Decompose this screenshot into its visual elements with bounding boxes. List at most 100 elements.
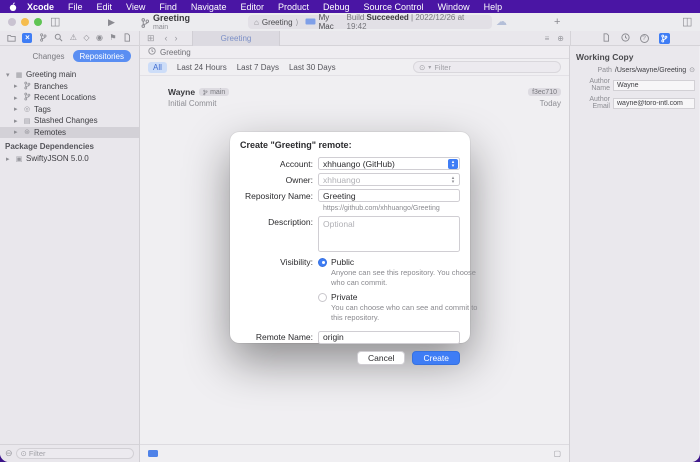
minimize-window-button[interactable] xyxy=(21,18,29,26)
author-email-label: Author Email xyxy=(589,96,610,110)
debug-navigator-icon[interactable]: ◉ xyxy=(96,34,103,42)
chevron-right-icon[interactable]: ▸ xyxy=(14,128,20,136)
back-icon[interactable]: ‹ xyxy=(165,33,168,43)
menu-xcode[interactable]: Xcode xyxy=(20,2,61,12)
scheme-and-status-capsule[interactable]: ⌂ Greeting ⟩ My Mac Build Succeeded | 20… xyxy=(248,13,492,31)
description-field[interactable] xyxy=(318,216,460,252)
author-name-field[interactable] xyxy=(613,79,695,91)
inspector-tab-bar: ? xyxy=(570,31,700,45)
menu-window[interactable]: Window xyxy=(431,2,477,12)
tab-overview-icon[interactable]: ⊞ xyxy=(147,33,155,44)
menu-edit[interactable]: Edit xyxy=(90,2,120,12)
tree-item-tags[interactable]: ▸ ◎ Tags xyxy=(0,104,139,116)
toggle-navigator-icon[interactable]: ◫ xyxy=(50,14,60,30)
tests-navigator-icon[interactable]: ◇ xyxy=(83,34,89,42)
run-button[interactable]: ▶ xyxy=(108,14,115,30)
commit-hash-badge[interactable]: f3ec710 xyxy=(528,88,561,96)
menu-navigate[interactable]: Navigate xyxy=(184,2,234,12)
editor-layout-icon[interactable]: ▢ xyxy=(553,449,561,458)
commit-row[interactable]: Wayne main f3ec710 Initial Commit Today xyxy=(140,82,569,108)
editor-bar-right-icons: ≡ ⊕ xyxy=(545,34,564,43)
tree-item-stashed-changes[interactable]: ▸ ▤ Stashed Changes xyxy=(0,115,139,127)
segment-repositories[interactable]: Repositories xyxy=(72,50,131,62)
radio-private-icon[interactable] xyxy=(318,292,327,302)
menu-file[interactable]: File xyxy=(61,2,90,12)
owner-select[interactable]: xhhuango ▴ ▾ xyxy=(318,173,460,186)
tree-item-remotes[interactable]: ▸ ⊛ Remotes xyxy=(0,126,139,138)
chevron-down-icon[interactable]: ▾ xyxy=(6,71,12,79)
package-icon: ▣ xyxy=(15,155,23,163)
toggle-inspector-icon[interactable]: ◫ xyxy=(682,14,692,30)
menu-view[interactable]: View xyxy=(119,2,152,12)
history-filter-field[interactable]: ⊙ ▾ Filter xyxy=(413,61,561,73)
version-editor-icon[interactable] xyxy=(148,450,158,457)
dialog-buttons: Cancel Create xyxy=(240,350,460,365)
screen: Xcode File Edit View Find Navigate Edito… xyxy=(0,0,700,462)
filter-chevron-icon: ▾ xyxy=(428,64,432,71)
menu-editor[interactable]: Editor xyxy=(233,2,271,12)
menu-source-control[interactable]: Source Control xyxy=(357,2,431,12)
project-branch-block[interactable]: Greeting main xyxy=(141,13,190,32)
visibility-public-option[interactable]: Public xyxy=(318,257,483,267)
run-destination[interactable]: My Mac xyxy=(319,13,347,31)
chevron-right-icon[interactable]: ▸ xyxy=(14,82,20,90)
chevron-right-icon[interactable]: ▸ xyxy=(14,94,20,102)
filter-last-30-days[interactable]: Last 30 Days xyxy=(289,63,336,72)
chevron-right-icon[interactable]: ▸ xyxy=(14,117,20,125)
author-email-field[interactable] xyxy=(613,97,695,109)
scheme-name[interactable]: Greeting xyxy=(262,18,293,27)
filter-last-7-days[interactable]: Last 7 Days xyxy=(237,63,279,72)
account-select[interactable]: xhhuango (GitHub) ▴ ▾ xyxy=(318,157,460,170)
symbols-navigator-icon[interactable] xyxy=(39,32,48,44)
menu-help[interactable]: Help xyxy=(477,2,510,12)
visibility-private-option[interactable]: Private xyxy=(318,292,483,302)
chevron-right-icon[interactable]: ▸ xyxy=(14,105,20,113)
tab-greeting[interactable]: Greeting xyxy=(192,31,280,46)
jump-bar[interactable]: Greeting xyxy=(140,46,569,59)
history-inspector-icon[interactable] xyxy=(620,29,630,47)
chevron-right-icon[interactable]: ▸ xyxy=(6,155,12,163)
add-editor-icon[interactable]: ⊕ xyxy=(557,34,564,43)
source-control-inspector-icon[interactable] xyxy=(658,32,670,44)
jump-bar-item[interactable]: Greeting xyxy=(160,48,191,57)
path-value: /Users/wayne/Greeting xyxy=(614,66,687,74)
account-stepper-icon[interactable]: ▴ ▾ xyxy=(448,159,458,169)
issues-navigator-icon[interactable]: ⚠ xyxy=(70,34,77,42)
menu-find[interactable]: Find xyxy=(152,2,184,12)
create-button[interactable]: Create xyxy=(412,350,460,365)
reveal-in-finder-icon[interactable]: ⊙ xyxy=(689,66,695,74)
filter-last-24-hours[interactable]: Last 24 Hours xyxy=(177,63,227,72)
find-navigator-icon[interactable] xyxy=(54,33,63,44)
tree-item-greeting[interactable]: ▾ ▦ Greeting main xyxy=(0,69,139,81)
filter-all[interactable]: All xyxy=(148,61,167,73)
remote-name-field[interactable] xyxy=(318,330,460,344)
forward-icon[interactable]: › xyxy=(175,33,178,43)
library-add-button[interactable]: + xyxy=(554,14,560,30)
owner-stepper-icon[interactable]: ▴ ▾ xyxy=(448,175,458,185)
repository-name-field[interactable] xyxy=(318,189,460,202)
menu-product[interactable]: Product xyxy=(271,2,316,12)
visibility-label: Visibility: xyxy=(280,257,313,267)
cancel-button[interactable]: Cancel xyxy=(357,350,406,365)
radio-public-icon[interactable] xyxy=(318,257,327,267)
navigator-segments: Changes Repositories xyxy=(0,46,139,66)
navigator-filter-field[interactable]: ⊙ Filter xyxy=(15,448,134,459)
create-remote-dialog: Create "Greeting" remote: Account: xhhua… xyxy=(230,132,477,365)
tree-item-swiftyjson[interactable]: ▸ ▣ SwiftyJSON 5.0.0 xyxy=(0,153,139,165)
project-navigator-icon[interactable] xyxy=(7,33,16,44)
file-inspector-icon[interactable] xyxy=(602,29,611,47)
source-control-inspector: Working Copy Path /Users/wayne/Greeting … xyxy=(569,46,699,462)
minus-circle-icon[interactable]: ⊖ xyxy=(5,448,13,459)
quick-help-inspector-icon[interactable]: ? xyxy=(639,33,649,43)
adjust-editor-options-icon[interactable]: ≡ xyxy=(545,34,550,43)
menu-debug[interactable]: Debug xyxy=(316,2,357,12)
zoom-window-button[interactable] xyxy=(34,18,42,26)
segment-changes[interactable]: Changes xyxy=(33,52,65,61)
tree-item-recent-locations[interactable]: ▸ Recent Locations xyxy=(0,92,139,104)
tree-item-branches[interactable]: ▸ Branches xyxy=(0,81,139,93)
apple-logo-icon[interactable] xyxy=(6,2,20,12)
source-control-navigator-icon[interactable]: × xyxy=(22,33,33,43)
close-window-button[interactable] xyxy=(8,18,16,26)
breakpoints-navigator-icon[interactable]: ⚑ xyxy=(109,34,116,42)
reports-navigator-icon[interactable] xyxy=(123,32,132,44)
